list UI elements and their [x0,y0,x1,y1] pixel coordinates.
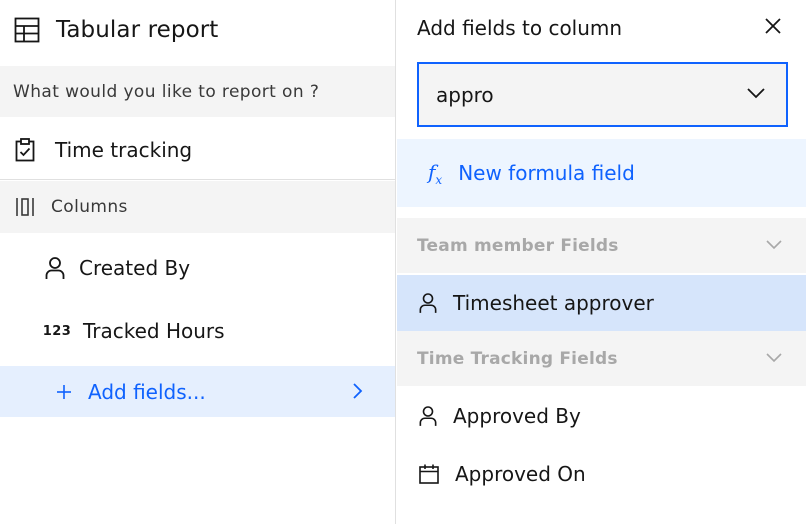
group-label: Team member Fields [417,235,619,256]
report-source-label: Time tracking [55,137,193,162]
field-search-input[interactable]: appro [436,83,494,107]
plus-icon [56,384,72,400]
clipboard-check-icon [15,137,35,162]
add-fields-panel: Add fields to column appro fx New formul… [397,0,806,524]
group-header-time-tracking[interactable]: Time Tracking Fields [397,331,806,386]
new-formula-field-option[interactable]: fx New formula field [397,139,806,207]
formula-icon-subscript: x [435,172,443,187]
add-fields-label: Add fields... [88,379,206,404]
field-option-label: Timesheet approver [453,291,654,315]
chevron-down-icon[interactable] [766,353,782,363]
columns-section-label: Columns [51,197,128,217]
column-item-label: Tracked Hours [83,319,225,343]
column-item-tracked-hours[interactable]: 123 Tracked Hours [0,300,395,362]
field-option-label: Approved By [453,404,581,428]
page-title: Tabular report [56,17,219,43]
user-icon [419,292,437,314]
field-option-approved-on[interactable]: Approved On [397,446,806,502]
panel-title: Add fields to column [417,16,623,40]
column-item-label: Created By [79,256,191,280]
columns-section-header: Columns [0,181,395,233]
field-search-combobox[interactable]: appro [417,62,788,127]
close-icon[interactable] [764,17,782,35]
number-icon: 123 [42,323,72,339]
calendar-icon [419,464,439,484]
field-option-timesheet-approver[interactable]: Timesheet approver [397,275,806,331]
chevron-down-icon[interactable] [766,240,782,250]
add-fields-button[interactable]: Add fields... [0,366,395,417]
formula-icon: fx [428,160,442,187]
chevron-down-icon[interactable] [746,86,766,100]
user-icon [419,405,437,427]
chevron-right-icon [351,382,363,400]
report-builder-panel: Tabular report What would you like to re… [0,0,396,524]
report-question-label: What would you like to report on ? [0,66,395,117]
field-option-approved-by[interactable]: Approved By [397,388,806,444]
columns-icon [15,197,35,217]
new-formula-field-label: New formula field [458,161,635,185]
column-item-created-by[interactable]: Created By [0,237,395,299]
report-source-item[interactable]: Time tracking [0,120,395,180]
group-header-team-member[interactable]: Team member Fields [397,218,806,273]
report-header: Tabular report [0,0,395,60]
user-icon [45,256,65,280]
group-label: Time Tracking Fields [417,348,618,369]
panel-header: Add fields to column [397,0,806,56]
field-option-label: Approved On [455,462,586,486]
table-icon [14,17,40,43]
